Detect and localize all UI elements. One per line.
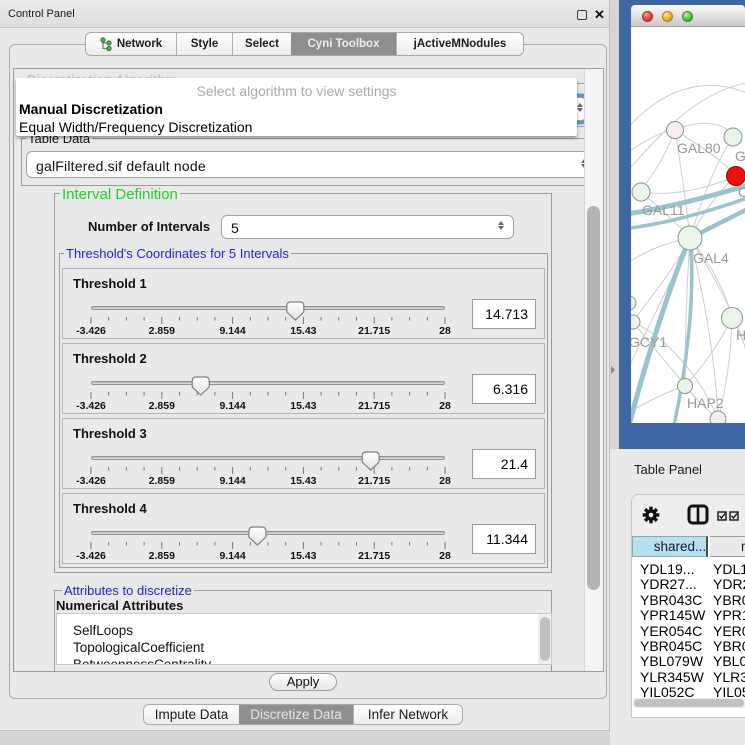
svg-text:GCY1: GCY1 bbox=[631, 334, 667, 350]
svg-text:H: H bbox=[736, 327, 745, 343]
svg-text:HAP2: HAP2 bbox=[687, 395, 724, 411]
svg-text:C: C bbox=[738, 184, 745, 200]
svg-text:GAL4: GAL4 bbox=[693, 250, 729, 266]
svg-text:GAL11: GAL11 bbox=[642, 202, 685, 218]
svg-text:GAL80: GAL80 bbox=[677, 140, 721, 156]
svg-text:GA: GA bbox=[735, 148, 745, 164]
